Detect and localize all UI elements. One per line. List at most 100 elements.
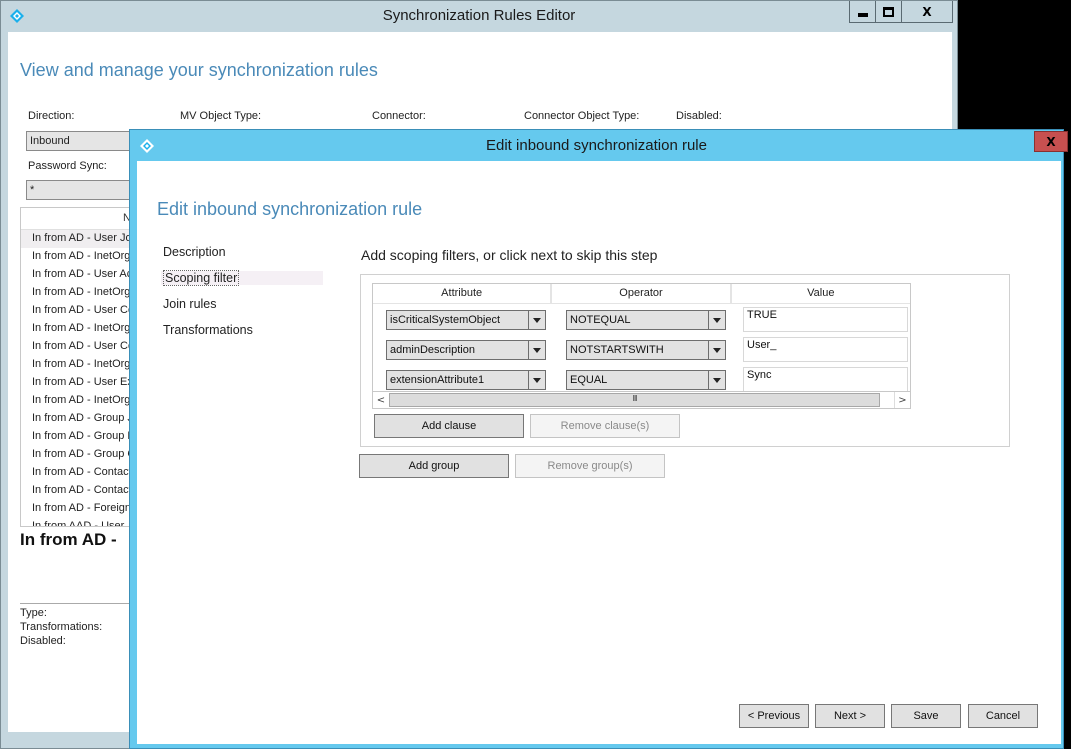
rule-list-item[interactable]: In from AD - Group C [21,446,139,464]
add-clause-button[interactable]: Add clause [374,414,524,438]
detail-type-label: Type: [20,607,47,619]
attribute-value: isCriticalSystemObject [390,314,501,326]
nav-transformations[interactable]: Transformations [163,323,253,337]
nav-scoping-filter[interactable]: Scoping filter [161,270,323,286]
connector-object-type-label: Connector Object Type: [524,110,640,122]
password-sync-label: Password Sync: [28,160,107,172]
rule-list-item[interactable]: In from AD - InetOrgP [21,248,139,266]
value-input[interactable]: Sync [743,367,908,392]
dialog-close-button[interactable]: X [1034,131,1068,152]
rules-list-header-name[interactable]: Na [21,208,139,230]
detail-disabled-label: Disabled: [20,635,66,647]
detail-divider [20,603,140,604]
rule-list-item[interactable]: In from AD - InetOrgP [21,320,139,338]
rule-list-item[interactable]: In from AD - Contact [21,482,139,500]
rules-list[interactable]: Na In from AD - User JoinIn from AD - In… [20,207,140,527]
column-header-value[interactable]: Value [732,284,910,303]
nav-join-rules[interactable]: Join rules [163,297,217,311]
rule-list-item[interactable]: In from AD - User Co [21,302,139,320]
rule-list-item[interactable]: In from AD - Group E [21,428,139,446]
remove-group-button[interactable]: Remove group(s) [515,454,665,478]
scroll-left-icon[interactable]: < [373,392,389,408]
value-input[interactable]: TRUE [743,307,908,332]
maximize-button[interactable] [876,1,902,22]
dialog-heading: Edit inbound synchronization rule [157,199,423,219]
nav-description[interactable]: Description [163,245,226,259]
rule-list-item[interactable]: In from AD - InetOrgP [21,356,139,374]
operator-value: NOTSTARTSWITH [570,344,664,356]
horizontal-scrollbar[interactable]: < III > [373,391,910,408]
window-controls: X [849,1,953,23]
minimize-icon [857,12,868,17]
rule-list-item[interactable]: In from AD - Contact [21,464,139,482]
nav-label: Join rules [163,297,217,311]
minimize-button[interactable] [850,1,876,22]
rules-list-body: In from AD - User Join In from AD - InetO… [21,230,139,526]
add-group-button[interactable]: Add group [359,454,509,478]
attribute-value: adminDescription [390,344,475,356]
attribute-value: extensionAttribute1 [390,374,485,386]
grid-header: Attribute Operator Value [373,284,910,304]
rule-list-item[interactable]: In from AD - InetOrgP [21,284,139,302]
dialog-client-area: Edit inbound synchronization rule Descri… [137,161,1061,744]
cancel-button[interactable]: Cancel [968,704,1038,728]
attribute-select[interactable]: extensionAttribute1 [386,370,546,390]
detail-transformations-label: Transformations: [20,621,103,633]
page-heading: View and manage your synchronization rul… [20,60,378,80]
disabled-filter-label: Disabled: [676,110,722,122]
edit-rule-dialog: Edit inbound synchronization rule X Edit… [129,129,1068,749]
dropdown-arrow-icon[interactable] [708,371,725,389]
next-button[interactable]: Next > [815,704,885,728]
main-titlebar[interactable]: Synchronization Rules Editor X [1,1,957,31]
scoping-group: Attribute Operator Value isCriticalSyste… [360,274,1010,447]
operator-value: EQUAL [570,374,608,386]
nav-label: Transformations [163,323,253,337]
mv-object-type-label: MV Object Type: [180,110,262,122]
dropdown-arrow-icon[interactable] [528,311,545,329]
nav-label: Description [163,245,226,259]
operator-select[interactable]: NOTEQUAL [566,310,726,330]
attribute-select[interactable]: adminDescription [386,340,546,360]
rule-list-item[interactable]: In from AD - User Acc [21,266,139,284]
operator-value: NOTEQUAL [570,314,631,326]
clause-row: adminDescription NOTSTARTSWITH User_ [373,337,910,363]
scoping-clauses-grid: Attribute Operator Value isCriticalSyste… [372,283,911,409]
column-header-attribute[interactable]: Attribute [373,284,553,303]
step-heading: Add scoping filters, or click next to sk… [361,247,658,263]
operator-select[interactable]: NOTSTARTSWITH [566,340,726,360]
clause-row: extensionAttribute1 EQUAL Sync [373,367,910,393]
clause-row: isCriticalSystemObject NOTEQUAL TRUE [373,307,910,333]
operator-select[interactable]: EQUAL [566,370,726,390]
rule-detail-title: In from AD - [20,530,117,549]
rule-list-item[interactable]: In from AD - User Co [21,338,139,356]
rule-list-item[interactable]: In from AD - InetOrgP [21,392,139,410]
close-button[interactable]: X [902,1,952,22]
direction-label: Direction: [28,110,75,122]
previous-button[interactable]: < Previous [739,704,809,728]
value-input[interactable]: User_ [743,337,908,362]
connector-label: Connector: [372,110,426,122]
close-icon: X [1046,134,1056,149]
close-icon: X [922,4,932,19]
maximize-icon [883,6,894,17]
attribute-select[interactable]: isCriticalSystemObject [386,310,546,330]
rule-list-item[interactable]: In from AD - Group Jo [21,410,139,428]
dialog-titlebar[interactable]: Edit inbound synchronization rule X [130,130,1068,160]
scrollbar-thumb[interactable]: III [389,393,880,407]
remove-clause-button[interactable]: Remove clause(s) [530,414,680,438]
rule-list-item[interactable]: In from AD - User Join [21,230,139,248]
rule-list-item[interactable]: In from AAD - User Jo [21,518,139,526]
save-button[interactable]: Save [891,704,961,728]
dialog-title: Edit inbound synchronization rule [486,137,707,154]
column-header-operator[interactable]: Operator [552,284,732,303]
nav-label: Scoping filter [163,270,240,286]
rule-list-item[interactable]: In from AD - ForeignS [21,500,139,518]
rule-list-item[interactable]: In from AD - User Exc [21,374,139,392]
dropdown-arrow-icon[interactable] [528,341,545,359]
password-sync-select[interactable]: * [26,180,136,200]
direction-select[interactable]: Inbound [26,131,136,151]
dropdown-arrow-icon[interactable] [708,341,725,359]
dropdown-arrow-icon[interactable] [708,311,725,329]
dropdown-arrow-icon[interactable] [528,371,545,389]
scroll-right-icon[interactable]: > [894,392,910,408]
